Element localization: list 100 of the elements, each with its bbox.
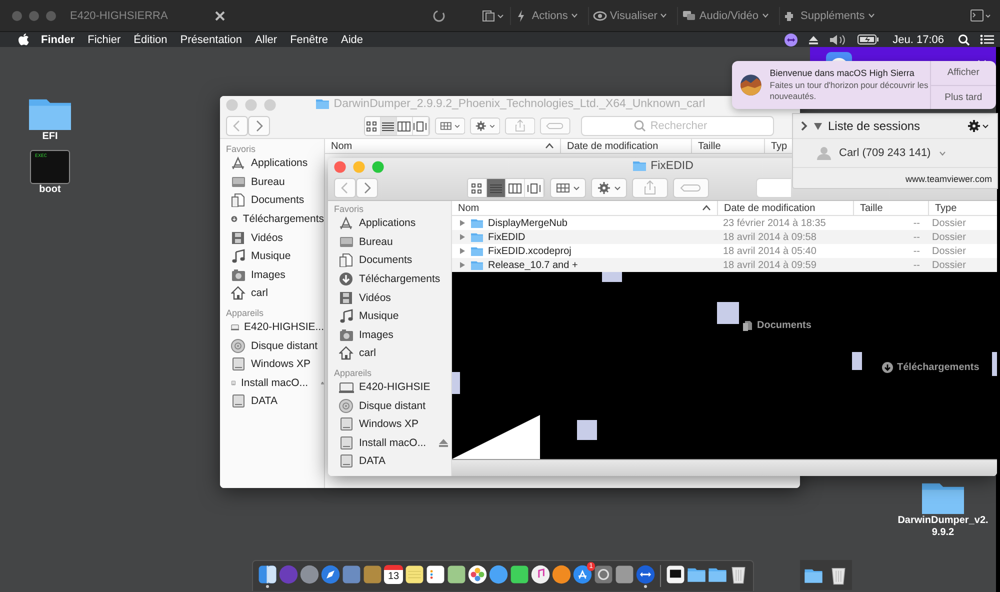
sidebar-item[interactable]: Windows XP — [226, 354, 324, 374]
arrange-button[interactable] — [434, 116, 465, 136]
music-note-icon[interactable] — [531, 564, 550, 584]
column-header[interactable]: Date de modification — [561, 139, 692, 153]
file-name[interactable]: boot — [39, 184, 61, 195]
notepad-icon[interactable] — [405, 564, 424, 584]
sidebar-item[interactable]: Musique — [334, 306, 451, 326]
copy-icon[interactable] — [482, 10, 504, 22]
file-name[interactable]: DisplayMergeNub — [488, 218, 568, 228]
calendar-icon[interactable]: 13 — [384, 564, 403, 584]
search-input[interactable]: Rechercher — [650, 120, 720, 132]
menu-item[interactable]: Finder — [41, 34, 75, 46]
column-header[interactable]: Taille — [854, 201, 929, 215]
sidebar-item[interactable]: carl — [334, 344, 451, 363]
sidebar-item[interactable]: Install macO... — [226, 374, 324, 392]
menu-item[interactable]: Édition — [134, 34, 168, 46]
sidebar-item[interactable]: Disque distant — [334, 396, 451, 415]
menu-item[interactable]: Fichier — [88, 34, 121, 46]
sidebar-item[interactable]: Applications — [334, 214, 451, 233]
app-store-icon[interactable] — [573, 564, 592, 584]
session-item[interactable]: Carl (709 243 141) — [793, 139, 997, 168]
sidebar-item[interactable]: Images — [226, 266, 324, 284]
terminal-icon[interactable] — [666, 564, 685, 584]
gear-icon[interactable] — [594, 564, 613, 584]
gear-icon[interactable] — [967, 119, 989, 133]
view-mode-button[interactable] — [468, 179, 487, 197]
sidebar-item[interactable]: Vidéos — [226, 228, 324, 247]
column-header[interactable]: Taille — [692, 139, 765, 153]
search-icon[interactable] — [958, 34, 970, 46]
volume-icon[interactable] — [828, 34, 847, 46]
menu-item[interactable]: Aller — [255, 34, 278, 46]
file-name[interactable]: FixEDID — [488, 232, 526, 242]
sidebar-item[interactable]: Téléchargements — [334, 270, 451, 288]
column-header[interactable]: Date de modification — [718, 201, 854, 215]
toolbar-menu[interactable]: Actions — [510, 6, 582, 24]
sidebar-item[interactable]: Disque distant — [226, 336, 324, 355]
forward-button[interactable] — [248, 116, 270, 136]
sidebar-item[interactable]: DATA — [334, 452, 451, 471]
view-mode-control[interactable] — [364, 116, 430, 136]
menu-item[interactable]: Fenêtre — [290, 34, 328, 46]
gear-button[interactable] — [591, 178, 627, 198]
file-name[interactable]: DarwinDumper_v2. 9.9.2 — [898, 515, 988, 539]
apple-icon[interactable] — [18, 33, 29, 46]
arrange-button[interactable] — [550, 178, 586, 198]
search-field[interactable]: Rechercher — [580, 116, 774, 136]
sidebar-item[interactable]: Vidéos — [334, 288, 451, 307]
flower-icon[interactable] — [468, 564, 487, 584]
trash-icon[interactable] — [829, 566, 848, 584]
forward-button[interactable] — [356, 178, 378, 198]
column-header[interactable]: Nom — [325, 139, 561, 153]
console-icon[interactable] — [970, 8, 992, 22]
battery-icon[interactable] — [856, 34, 879, 45]
view-mode-button[interactable] — [396, 117, 413, 135]
sidebar-item[interactable]: Install macO... — [334, 434, 451, 452]
sidebar-item[interactable]: Téléchargements — [226, 210, 324, 228]
gear-button[interactable] — [470, 116, 500, 136]
toolbar-menu[interactable]: Visualiser — [588, 6, 672, 24]
file-name[interactable]: FixEDID.xcodeproj — [488, 246, 572, 256]
search-field[interactable] — [756, 178, 791, 198]
sidebar-item[interactable]: Musique — [226, 246, 324, 266]
toolbar-menu[interactable]: Audio/Vidéo — [677, 6, 773, 24]
notification-button[interactable]: Afficher — [930, 61, 996, 86]
view-mode-control[interactable] — [467, 178, 545, 198]
chevron-icon[interactable] — [801, 121, 808, 131]
sidebar-item[interactable]: Bureau — [226, 172, 324, 192]
sidebar-item[interactable]: E420-HIGHSIE — [334, 378, 451, 396]
sidebar-item[interactable]: Documents — [334, 251, 451, 270]
sidebar-item[interactable]: Documents — [226, 191, 324, 210]
sidebar-item[interactable]: carl — [226, 284, 324, 303]
sidebar-item[interactable]: Applications — [226, 154, 324, 173]
menu-item[interactable]: Aide — [340, 34, 364, 46]
view-mode-button[interactable] — [412, 117, 429, 135]
column-header[interactable]: Type — [929, 201, 997, 215]
remote-control-icon[interactable] — [636, 564, 655, 584]
menu-item[interactable]: Présentation — [180, 34, 242, 46]
trash-icon[interactable] — [729, 564, 748, 584]
sidebar-item[interactable]: E420-HIGHSIE... — [226, 318, 324, 336]
toolbar-menu[interactable]: Suppléments — [778, 6, 879, 24]
file-name[interactable]: Release_10.7 and + — [488, 260, 578, 270]
column-header[interactable]: Nom — [452, 201, 718, 215]
sidebar-item[interactable]: Bureau — [334, 232, 451, 252]
eject-icon[interactable] — [808, 34, 819, 44]
checklist-icon[interactable] — [426, 564, 445, 584]
clock[interactable]: Jeu. 17:06 — [892, 34, 944, 46]
website-link[interactable]: www.teamviewer.com — [793, 174, 997, 188]
view-mode-button[interactable] — [525, 179, 544, 197]
file-name[interactable]: EFI — [42, 131, 58, 142]
notification-button[interactable]: Plus tard — [930, 86, 996, 109]
view-mode-button[interactable] — [506, 179, 525, 197]
remote-control-icon[interactable] — [784, 32, 798, 46]
disclosure-triangle-icon[interactable] — [814, 122, 822, 130]
sidebar-item[interactable]: DATA — [226, 392, 324, 411]
compass-icon[interactable] — [321, 564, 340, 584]
list-icon[interactable] — [980, 34, 994, 45]
sidebar-item[interactable]: Windows XP — [334, 414, 451, 434]
sidebar-item[interactable]: Images — [334, 326, 451, 344]
view-mode-button[interactable] — [380, 117, 397, 135]
close-icon[interactable] — [214, 10, 226, 22]
view-mode-button[interactable] — [487, 179, 506, 197]
view-mode-button[interactable] — [365, 117, 381, 135]
